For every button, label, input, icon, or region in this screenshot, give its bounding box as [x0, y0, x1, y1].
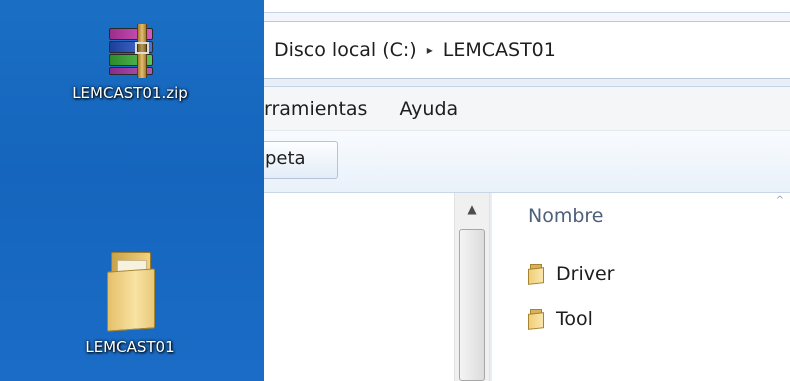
- menu-item-herramientas[interactable]: rramientas: [264, 96, 371, 122]
- nav-pane-scrollbar[interactable]: ▲: [454, 193, 490, 381]
- desktop: LEMCAST01.zip LEMCAST01: [0, 0, 264, 381]
- desktop-icon-folder[interactable]: LEMCAST01: [40, 242, 220, 356]
- menu-item-ayuda[interactable]: Ayuda: [395, 96, 462, 122]
- sort-arrow-icon: ^: [775, 195, 784, 206]
- breadcrumb-item-local-disk[interactable]: Disco local (C:): [274, 39, 417, 61]
- folder-icon: [528, 309, 546, 330]
- list-item[interactable]: Tool: [528, 304, 593, 334]
- address-bar: Disco local (C:) ▸ LEMCAST01: [264, 12, 790, 87]
- winrar-archive-icon: [99, 22, 161, 78]
- command-toolbar: peta: [264, 131, 790, 193]
- file-list-pane: Nombre ^ Driver Tool: [492, 193, 790, 381]
- new-folder-button[interactable]: peta: [264, 141, 338, 179]
- desktop-icon-zip[interactable]: LEMCAST01.zip: [40, 22, 220, 102]
- folder-icon: [528, 264, 546, 285]
- list-item[interactable]: Driver: [528, 259, 614, 289]
- desktop-icon-label: LEMCAST01: [85, 338, 175, 356]
- breadcrumb[interactable]: Disco local (C:) ▸ LEMCAST01: [264, 21, 790, 79]
- folder-icon: [99, 242, 161, 332]
- menu-bar: rramientas Ayuda: [264, 87, 790, 131]
- list-item-label: Driver: [556, 263, 615, 285]
- column-header-name[interactable]: Nombre: [528, 205, 604, 227]
- explorer-window: Disco local (C:) ▸ LEMCAST01 rramientas …: [264, 0, 790, 381]
- scroll-thumb[interactable]: [459, 229, 485, 381]
- list-item-label: Tool: [556, 308, 593, 330]
- breadcrumb-separator-icon[interactable]: ▸: [427, 43, 433, 57]
- window-top-strip: [264, 0, 790, 12]
- desktop-icon-label: LEMCAST01.zip: [72, 84, 188, 102]
- breadcrumb-item-lemcast01[interactable]: LEMCAST01: [443, 39, 556, 61]
- scroll-up-arrow-icon[interactable]: ▲: [455, 193, 489, 225]
